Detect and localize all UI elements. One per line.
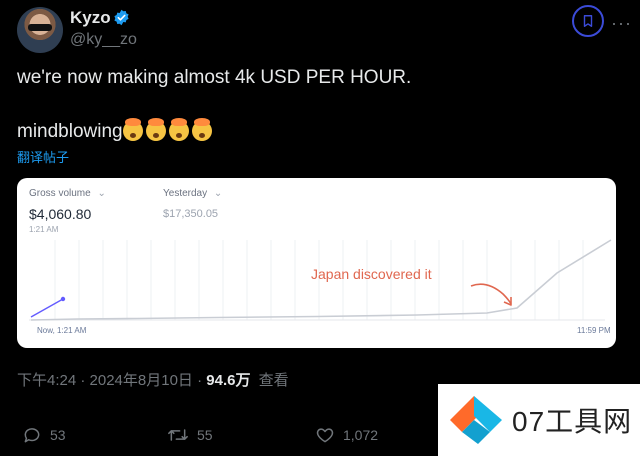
yesterday-dropdown[interactable]: Yesterday ⌄: [163, 188, 222, 199]
exploding-head-emoji-icon: [122, 118, 143, 141]
tweet-timestamp[interactable]: 下午4:24 · 2024年8月10日 ·: [17, 372, 206, 389]
reply-icon: [24, 428, 40, 443]
view-count: 94.6万: [206, 372, 251, 389]
grok-bookmark-button[interactable]: [572, 5, 604, 37]
annotation-arrow-icon: [470, 283, 512, 305]
yesterday-label: Yesterday: [163, 188, 208, 199]
heart-icon: [316, 428, 334, 443]
views-label: 查看: [258, 372, 289, 389]
more-options-icon[interactable]: ···: [611, 13, 632, 34]
chart-annotation: Japan discovered it: [311, 266, 432, 282]
tweet-text-mindblowing: mindblowing: [17, 121, 123, 142]
tweet-text-line1: we're now making almost 4k USD PER HOUR.: [17, 67, 412, 88]
translate-post-link[interactable]: 翻译帖子: [17, 147, 69, 166]
axis-end-label: 11:59 PM: [577, 326, 611, 335]
gross-volume-dropdown[interactable]: Gross volume ⌄: [29, 188, 106, 199]
gross-volume-value: $4,060.80: [29, 206, 92, 222]
user-handle[interactable]: @ky__zo: [70, 31, 137, 49]
sunglasses-graphic: [28, 24, 52, 31]
exploding-head-emoji-icon: [168, 118, 189, 141]
repost-count: 55: [197, 427, 213, 443]
tweet-meta: 下午4:24 · 2024年8月10日 · 94.6万 查看: [17, 369, 289, 390]
bookmark-icon: [583, 15, 593, 27]
verified-badge-icon: [114, 9, 129, 26]
today-series-point: [60, 296, 66, 302]
revenue-chart: [29, 239, 612, 321]
site-watermark: 07工具网: [438, 384, 640, 456]
chevron-down-icon: ⌄: [97, 188, 106, 199]
gross-volume-time: 1:21 AM: [29, 225, 59, 234]
avatar[interactable]: [17, 7, 63, 53]
axis-start-label: Now, 1:21 AM: [37, 326, 87, 335]
reply-button[interactable]: 53: [22, 425, 66, 445]
exploding-head-emoji-icon: [145, 118, 166, 141]
like-button[interactable]: 1,072: [315, 425, 378, 445]
tweet-media-image[interactable]: Gross volume ⌄ $4,060.80 1:21 AM Yesterd…: [17, 178, 616, 348]
watermark-text: 07工具网: [512, 406, 633, 437]
like-count: 1,072: [343, 427, 379, 443]
watermark-logo-icon: [450, 396, 502, 444]
chevron-down-icon: ⌄: [213, 188, 223, 199]
yesterday-value: $17,350.05: [163, 208, 219, 220]
display-name[interactable]: Kyzo: [70, 8, 111, 28]
gross-volume-label: Gross volume: [29, 188, 91, 199]
exploding-head-emoji-icon: [191, 118, 212, 141]
today-series-line: [30, 298, 64, 318]
repost-button[interactable]: 55: [167, 425, 213, 445]
repost-icon: [168, 429, 188, 441]
reply-count: 53: [50, 427, 66, 443]
tweet-text-line2: mindblowing: [17, 118, 215, 143]
